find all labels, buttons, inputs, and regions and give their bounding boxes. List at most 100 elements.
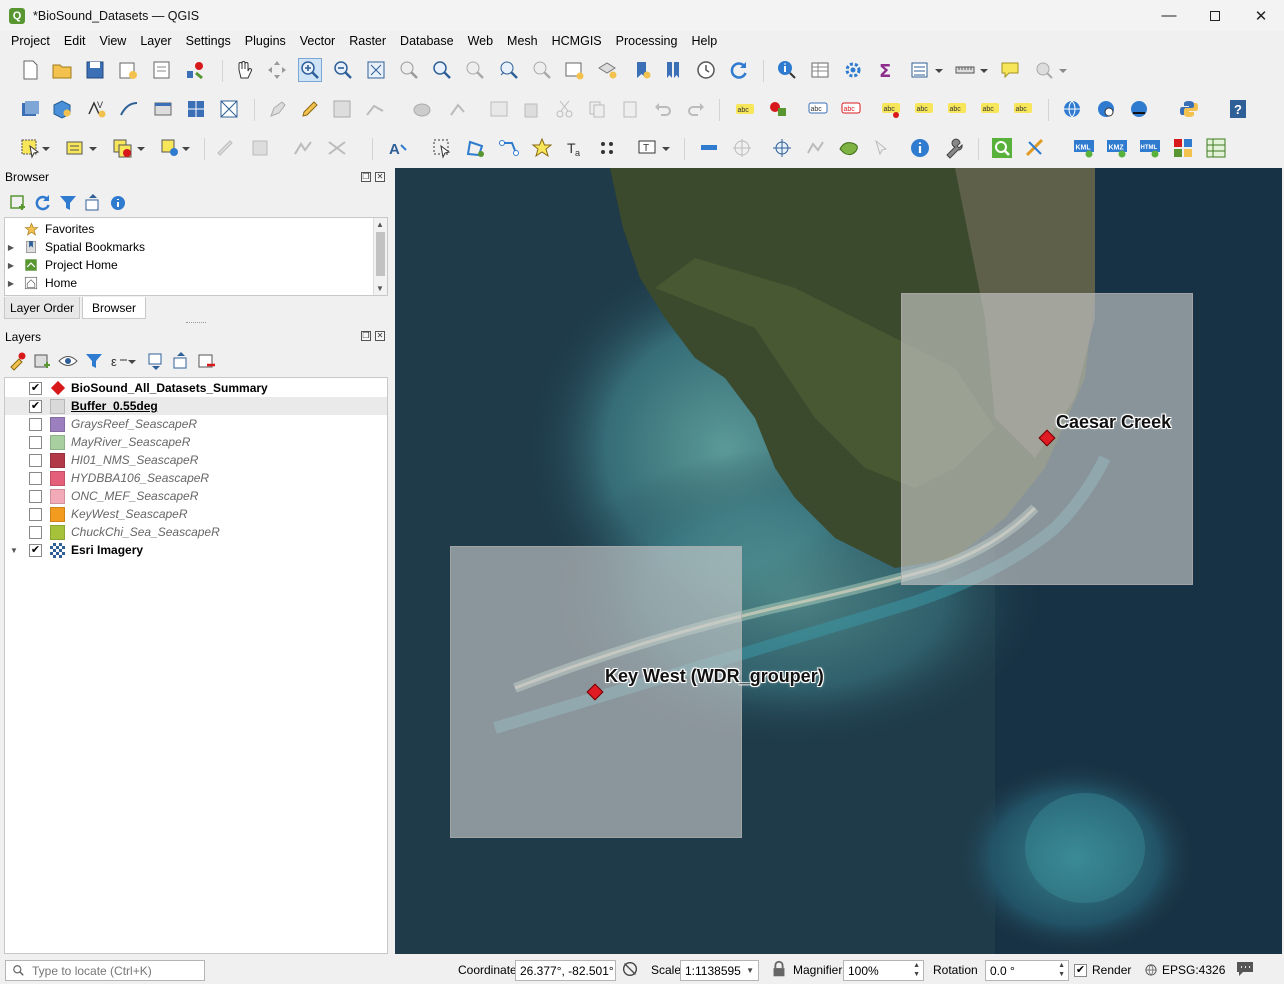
qgis2web-icon[interactable] bbox=[1171, 136, 1195, 160]
geometry-checker-icon[interactable] bbox=[803, 136, 827, 160]
move-label-icon[interactable]: abc bbox=[945, 97, 969, 121]
chevron-down-icon[interactable] bbox=[40, 136, 52, 160]
topology-checker-icon[interactable] bbox=[836, 136, 860, 160]
menu-settings[interactable]: Settings bbox=[179, 34, 238, 48]
layout-manager-icon[interactable] bbox=[150, 58, 174, 82]
data-source-manager-icon[interactable] bbox=[18, 97, 42, 121]
filter-icon[interactable] bbox=[56, 191, 80, 215]
menu-raster[interactable]: Raster bbox=[342, 34, 393, 48]
label-tool-icon[interactable]: abc bbox=[733, 97, 757, 121]
pin-labels-icon[interactable]: abc bbox=[879, 97, 903, 121]
scale-combobox[interactable]: 1:1138595 ▼ bbox=[680, 960, 759, 981]
expand-arrow-icon[interactable]: ▼ bbox=[7, 546, 21, 555]
highlight-pinned-labels-icon[interactable]: abc bbox=[806, 97, 830, 121]
cut-features-icon[interactable] bbox=[553, 97, 577, 121]
deselect-features-icon[interactable] bbox=[110, 136, 134, 160]
zoom-to-layer-icon[interactable] bbox=[430, 58, 454, 82]
wfs-globe-icon[interactable] bbox=[1127, 97, 1151, 121]
float-panel-icon[interactable]: ❐ bbox=[361, 172, 371, 182]
layer-visibility-checkbox[interactable] bbox=[29, 417, 42, 431]
zoom-to-selection-icon[interactable] bbox=[397, 58, 421, 82]
coordinate-field[interactable]: 26.377°, -82.501° bbox=[515, 960, 616, 981]
redo-icon[interactable] bbox=[684, 97, 708, 121]
menu-view[interactable]: View bbox=[92, 34, 133, 48]
close-button[interactable]: ✕ bbox=[1238, 0, 1284, 31]
menu-plugins[interactable]: Plugins bbox=[238, 34, 293, 48]
layer-visibility-checkbox[interactable]: ✔ bbox=[29, 399, 42, 413]
messages-icon[interactable] bbox=[1234, 959, 1256, 979]
add-mesh-layer-icon[interactable] bbox=[217, 97, 241, 121]
temporal-controller-icon[interactable] bbox=[694, 58, 718, 82]
menu-hcmgis[interactable]: HCMGIS bbox=[545, 34, 609, 48]
locator-search-input[interactable]: Type to locate (Ctrl+K) bbox=[5, 960, 205, 981]
html-export-icon[interactable]: HTML bbox=[1138, 136, 1162, 160]
processing-toolbox-icon[interactable] bbox=[841, 58, 865, 82]
vector-tools-icon[interactable] bbox=[1023, 136, 1047, 160]
collapse-all-icon[interactable] bbox=[81, 191, 105, 215]
current-edits-icon[interactable] bbox=[266, 97, 290, 121]
properties-info-icon[interactable] bbox=[106, 191, 130, 215]
zoom-full-icon[interactable] bbox=[364, 58, 388, 82]
expand-arrow-icon[interactable]: ▶ bbox=[5, 243, 17, 252]
simplify-feature-icon[interactable] bbox=[291, 136, 315, 160]
undo-icon[interactable] bbox=[651, 97, 675, 121]
digitize-icon[interactable] bbox=[363, 97, 387, 121]
menu-project[interactable]: Project bbox=[4, 34, 57, 48]
text-annotation-icon[interactable]: T bbox=[636, 136, 660, 160]
browser-item-favorites[interactable]: Favorites bbox=[5, 220, 94, 238]
spinner-arrows-icon[interactable]: ▲ ▼ bbox=[1058, 961, 1065, 979]
extents-toggle-icon[interactable] bbox=[620, 959, 640, 979]
layer-visibility-checkbox[interactable] bbox=[29, 489, 42, 503]
wcs-globe-icon[interactable] bbox=[1094, 97, 1118, 121]
locator-gear-icon[interactable] bbox=[1032, 58, 1056, 82]
select-features-icon[interactable] bbox=[18, 136, 42, 160]
menu-mesh[interactable]: Mesh bbox=[500, 34, 545, 48]
menu-web[interactable]: Web bbox=[461, 34, 500, 48]
create-polygon-annotation-icon[interactable] bbox=[463, 136, 487, 160]
expand-all-icon[interactable] bbox=[144, 349, 168, 373]
georeference-icon[interactable] bbox=[770, 136, 794, 160]
menu-processing[interactable]: Processing bbox=[609, 34, 685, 48]
rotation-spinbox[interactable]: 0.0 ° ▲ ▼ bbox=[985, 960, 1069, 981]
close-panel-icon[interactable]: ✕ bbox=[375, 172, 385, 182]
splitter-handle[interactable] bbox=[186, 322, 206, 324]
create-text-annotation-icon[interactable]: Ta bbox=[563, 136, 587, 160]
select-by-location-icon[interactable] bbox=[158, 136, 182, 160]
menu-vector[interactable]: Vector bbox=[293, 34, 342, 48]
advanced-digitize-icon[interactable] bbox=[213, 136, 237, 160]
help-contents-icon[interactable]: ? bbox=[1226, 97, 1250, 121]
new-map-view-icon[interactable] bbox=[562, 58, 586, 82]
lock-scale-icon[interactable] bbox=[769, 959, 789, 979]
layer-row[interactable]: HI01_NMS_SeascapeR bbox=[5, 451, 387, 469]
zoom-next-icon[interactable] bbox=[529, 58, 553, 82]
refresh-icon[interactable] bbox=[727, 58, 751, 82]
layer-row[interactable]: MayRiver_SeascapeR bbox=[5, 433, 387, 451]
layer-visibility-checkbox[interactable] bbox=[29, 507, 42, 521]
browser-item-project-home[interactable]: ▶ Project Home bbox=[5, 256, 118, 274]
chevron-down-icon[interactable] bbox=[978, 58, 990, 82]
layer-visibility-checkbox[interactable] bbox=[29, 471, 42, 485]
chevron-down-icon[interactable] bbox=[87, 136, 99, 160]
tab-browser[interactable]: Browser bbox=[82, 297, 146, 319]
zoom-out-icon[interactable] bbox=[331, 58, 355, 82]
save-edits-icon[interactable] bbox=[330, 97, 354, 121]
layer-visibility-checkbox[interactable] bbox=[29, 525, 42, 539]
split-features-icon[interactable] bbox=[325, 136, 349, 160]
spreadsheet-layer-icon[interactable] bbox=[1204, 136, 1228, 160]
measure-tool-icon[interactable] bbox=[697, 136, 721, 160]
layer-row[interactable]: HYDBBA106_SeascapeR bbox=[5, 469, 387, 487]
chevron-down-icon[interactable] bbox=[135, 136, 147, 160]
new-virtual-layer-icon[interactable] bbox=[151, 97, 175, 121]
float-panel-icon[interactable]: ❐ bbox=[361, 331, 371, 341]
measure-line-icon[interactable] bbox=[953, 58, 977, 82]
change-label-icon[interactable]: abc bbox=[1011, 97, 1035, 121]
expand-arrow-icon[interactable]: ▶ bbox=[5, 261, 17, 270]
layer-visibility-checkbox[interactable] bbox=[29, 453, 42, 467]
copy-features-icon[interactable] bbox=[585, 97, 609, 121]
show-bookmarks-icon[interactable] bbox=[661, 58, 685, 82]
map-canvas[interactable]: Caesar Creek Key West (WDR_grouper) bbox=[395, 168, 1282, 954]
menu-edit[interactable]: Edit bbox=[57, 34, 93, 48]
locate-search-icon[interactable] bbox=[990, 136, 1014, 160]
minimize-button[interactable]: — bbox=[1146, 0, 1192, 31]
diagram-options-icon[interactable] bbox=[766, 97, 790, 121]
